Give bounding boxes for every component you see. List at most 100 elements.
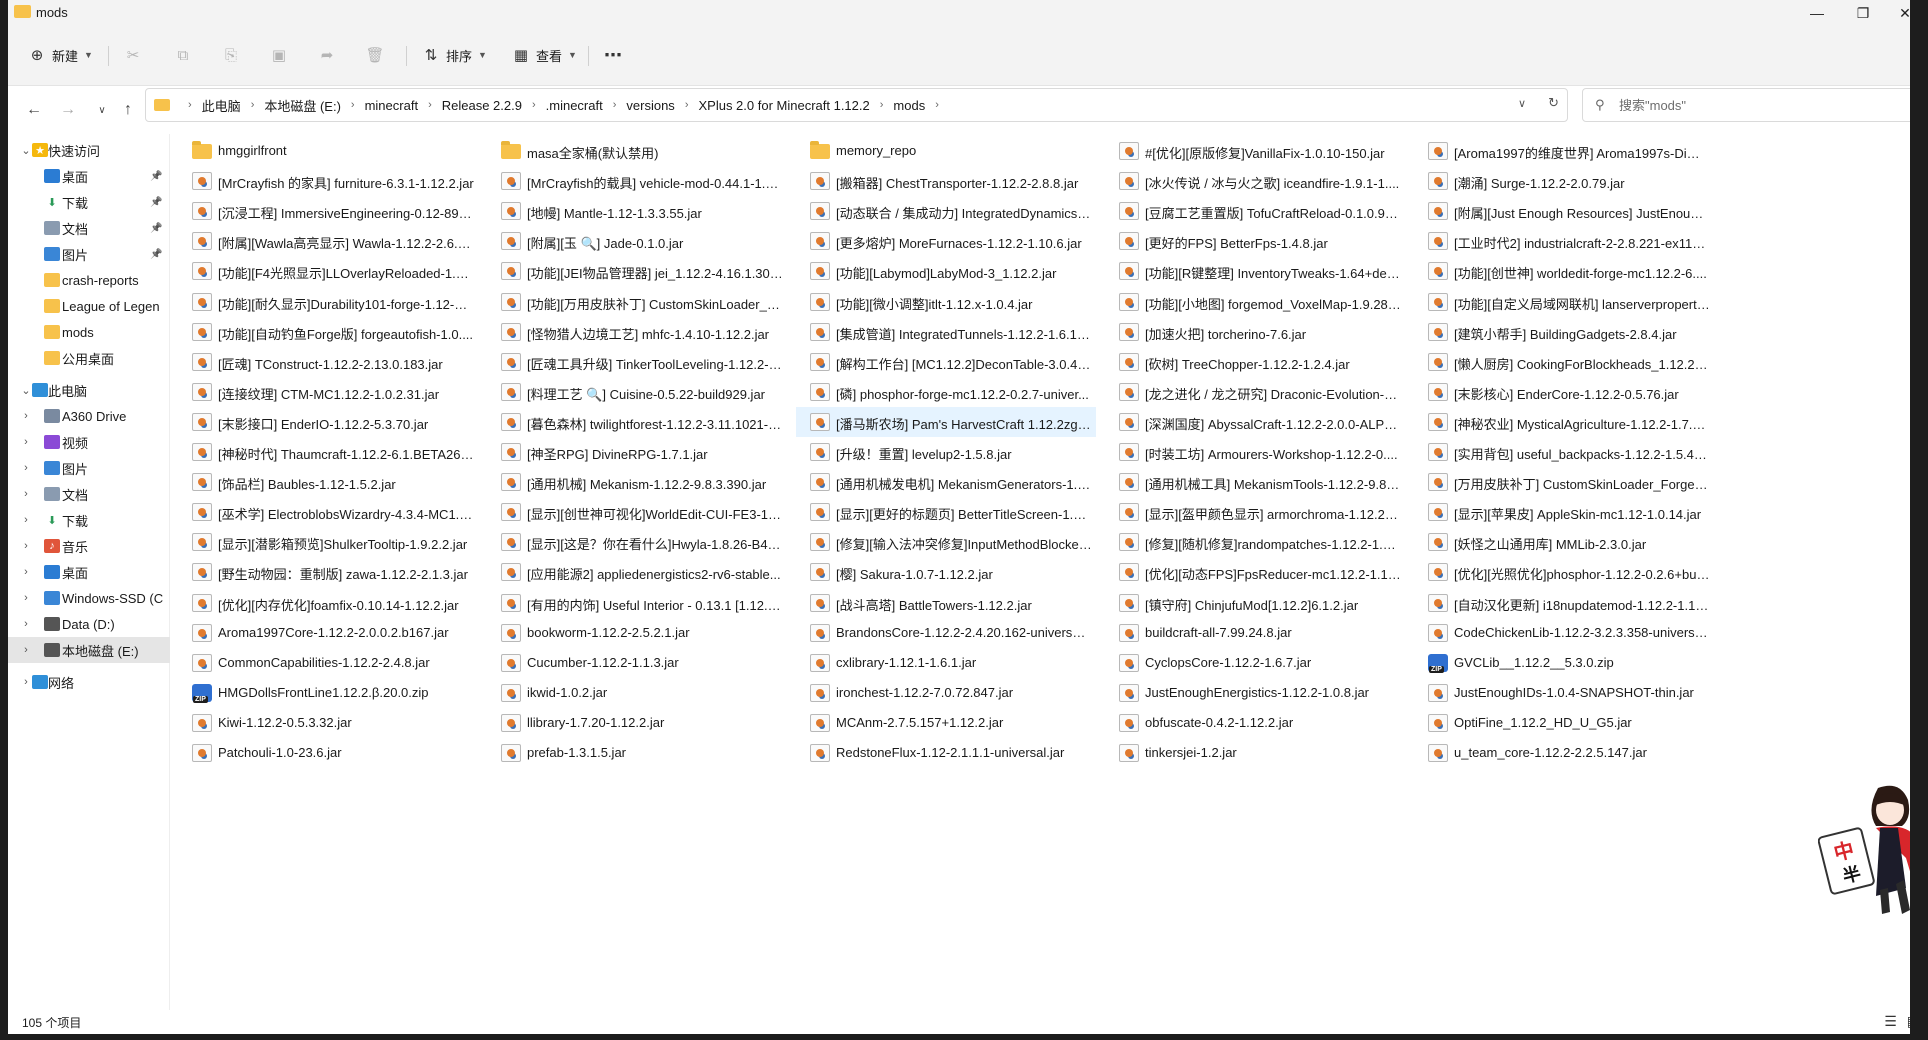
file-item[interactable]: [附属][Wawla高亮显示] Wawla-1.12.2-2.6.27.... — [178, 226, 478, 256]
details-view-button[interactable]: ☰ — [1884, 1013, 1897, 1030]
file-item[interactable]: [砍树] TreeChopper-1.12.2-1.2.4.jar — [1105, 347, 1405, 377]
file-item[interactable]: [万用皮肤补丁] CustomSkinLoader_ForgeLe... — [1414, 467, 1714, 497]
chevron-right-icon[interactable]: › — [20, 644, 32, 656]
sidebar-item-this-pc[interactable]: ⌄ 此电脑 — [8, 377, 170, 403]
sidebar-item-quick-access[interactable]: ⌄ ★ 快速访问 — [8, 137, 170, 163]
sidebar-item-local-disk-e[interactable]: › 本地磁盘 (E:) — [8, 637, 170, 663]
sidebar-item-windows-ssd[interactable]: › Windows-SSD (C — [8, 585, 170, 611]
file-item[interactable]: CodeChickenLib-1.12.2-3.2.3.358-universa… — [1414, 618, 1714, 648]
share-button[interactable]: ➦ — [318, 40, 336, 70]
file-item[interactable]: [镇守府] ChinjufuMod[1.12.2]6.1.2.jar — [1105, 588, 1405, 618]
file-item[interactable]: [怪物猎人边境工艺] mhfc-1.4.10-1.12.2.jar — [487, 317, 787, 347]
view-button[interactable]: ▦ 查看 ▼ — [512, 40, 577, 70]
file-item[interactable]: [龙之进化 / 龙之研究] Draconic-Evolution-1.... — [1105, 377, 1405, 407]
file-item[interactable]: Aroma1997Core-1.12.2-2.0.0.2.b167.jar — [178, 618, 478, 648]
file-item[interactable]: [修复][输入法冲突修复]InputMethodBlocker... — [796, 527, 1096, 557]
file-item[interactable]: obfuscate-0.4.2-1.12.2.jar — [1105, 708, 1405, 738]
file-item[interactable]: [优化][内存优化]foamfix-0.10.14-1.12.2.jar — [178, 588, 478, 618]
file-item[interactable]: [潘马斯农场] Pam's HarvestCraft 1.12.2zg.jar — [796, 406, 1096, 437]
file-item[interactable]: Patchouli-1.0-23.6.jar — [178, 738, 478, 768]
file-item[interactable]: [解构工作台] [MC1.12.2]DeconTable-3.0.4.jar — [796, 347, 1096, 377]
address-bar[interactable]: › 此电脑 › 本地磁盘 (E:) › minecraft › Release 2.2… — [145, 88, 1568, 122]
chevron-right-icon[interactable]: › — [20, 618, 32, 630]
breadcrumb-separator[interactable]: › — [685, 99, 689, 111]
file-item[interactable]: [末影接口] EnderIO-1.12.2-5.3.70.jar — [178, 407, 478, 437]
file-item[interactable]: [显示][盔甲颜色显示] armorchroma-1.12.2-1... — [1105, 497, 1405, 527]
sidebar-item-desktop[interactable]: › 桌面 — [8, 559, 170, 585]
file-item[interactable]: Kiwi-1.12.2-0.5.3.32.jar — [178, 708, 478, 738]
chevron-right-icon[interactable]: › — [20, 488, 32, 500]
paste-button[interactable]: ⎘ — [222, 40, 240, 70]
breadcrumb-item[interactable]: Release 2.2.9 — [442, 98, 522, 113]
breadcrumb-separator[interactable]: › — [428, 99, 432, 111]
file-item[interactable]: #[优化][原版修复]VanillaFix-1.0.10-150.jar — [1105, 136, 1405, 166]
file-item[interactable]: [动态联合 / 集成动力] IntegratedDynamics-... — [796, 196, 1096, 226]
file-item[interactable]: [豆腐工艺重置版] TofuCraftReload-0.1.0.9.jar — [1105, 196, 1405, 226]
file-item[interactable]: [地幔] Mantle-1.12-1.3.3.55.jar — [487, 196, 787, 226]
file-item[interactable]: [饰品栏] Baubles-1.12-1.5.2.jar — [178, 467, 478, 497]
file-item[interactable]: [附属][Just Enough Resources] JustEnough..… — [1414, 196, 1714, 226]
minimize-button[interactable]: — — [1794, 0, 1840, 26]
sidebar-item-a360-drive[interactable]: › A360 Drive — [8, 403, 170, 429]
file-item[interactable]: [通用机械] Mekanism-1.12.2-9.8.3.390.jar — [487, 467, 787, 497]
file-item[interactable]: ironchest-1.12.2-7.0.72.847.jar — [796, 678, 1096, 708]
search-box[interactable]: ⚲ — [1582, 88, 1920, 122]
folder-item[interactable]: memory_repo — [796, 136, 1096, 166]
file-item[interactable]: [战斗高塔] BattleTowers-1.12.2.jar — [796, 588, 1096, 618]
sidebar-item-league-of-legends[interactable]: League of Legen — [8, 293, 170, 319]
breadcrumb-item[interactable]: .minecraft — [546, 98, 603, 113]
breadcrumb-separator[interactable]: › — [251, 99, 255, 111]
up-button[interactable]: ↑ — [114, 98, 142, 122]
rename-button[interactable]: ▣ — [270, 40, 288, 70]
file-item[interactable]: [更多熔炉] MoreFurnaces-1.12.2-1.10.6.jar — [796, 226, 1096, 256]
file-item[interactable]: [通用机械工具] MekanismTools-1.12.2-9.8.3.... — [1105, 467, 1405, 497]
file-item[interactable]: cxlibrary-1.12.1-1.6.1.jar — [796, 648, 1096, 678]
forward-button[interactable]: → — [54, 98, 82, 122]
file-item[interactable]: MCAnm-2.7.5.157+1.12.2.jar — [796, 708, 1096, 738]
file-item[interactable]: RedstoneFlux-1.12-2.1.1.1-universal.jar — [796, 738, 1096, 768]
chevron-down-icon[interactable]: ⌄ — [20, 144, 32, 157]
file-item[interactable]: [显示][创世神可视化]WorldEdit-CUI-FE3-1.1... — [487, 497, 787, 527]
sidebar-item-pictures[interactable]: › 图片 — [8, 455, 170, 481]
sidebar-item-downloads[interactable]: › ⬇ 下载 — [8, 507, 170, 533]
file-item[interactable]: [功能][自动钓鱼Forge版] forgeautofish-1.0.... — [178, 317, 478, 347]
chevron-right-icon[interactable]: › — [20, 566, 32, 578]
refresh-button[interactable]: ↻ — [1548, 95, 1559, 111]
file-item[interactable]: [功能][耐久显示]Durability101-forge-1.12-0.... — [178, 287, 478, 317]
file-item[interactable]: GVCLib__1.12.2__5.3.0.zip — [1414, 648, 1714, 678]
file-item[interactable]: [神圣RPG] DivineRPG-1.7.1.jar — [487, 437, 787, 467]
breadcrumb-item[interactable]: mods — [893, 98, 925, 113]
file-item[interactable]: [匠魂] TConstruct-1.12.2-2.13.0.183.jar — [178, 347, 478, 377]
file-item[interactable]: [暮色森林] twilightforest-1.12.2-3.11.1021-u… — [487, 407, 787, 437]
file-item[interactable]: ikwid-1.0.2.jar — [487, 678, 787, 708]
breadcrumb-separator[interactable]: › — [351, 99, 355, 111]
file-item[interactable]: [自动汉化更新] i18nupdatemod-1.12.2-1.1.0.... — [1414, 588, 1714, 618]
sidebar-item-pictures[interactable]: 图片 📌 — [8, 241, 170, 267]
delete-button[interactable]: 🗑︎ — [365, 40, 384, 70]
file-item[interactable]: HMGDollsFrontLine1.12.2.β.20.0.zip — [178, 678, 478, 708]
chevron-right-icon[interactable]: › — [20, 592, 32, 604]
file-item[interactable]: CyclopsCore-1.12.2-1.6.7.jar — [1105, 648, 1405, 678]
sidebar-item-desktop[interactable]: 桌面 📌 — [8, 163, 170, 189]
file-item[interactable]: [加速火把] torcherino-7.6.jar — [1105, 317, 1405, 347]
file-item[interactable]: [更好的FPS] BetterFps-1.4.8.jar — [1105, 226, 1405, 256]
chevron-right-icon[interactable]: › — [20, 514, 32, 526]
file-item[interactable]: [Aroma1997的维度世界] Aroma1997s-Dime... — [1414, 136, 1714, 166]
file-item[interactable]: [优化][动态FPS]FpsReducer-mc1.12.2-1.18.jar — [1105, 557, 1405, 587]
maximize-button[interactable]: ❐ — [1840, 0, 1886, 26]
file-item[interactable]: [沉浸工程] ImmersiveEngineering-0.12-89.jar — [178, 196, 478, 226]
file-item[interactable]: [显示][苹果皮] AppleSkin-mc1.12-1.0.14.jar — [1414, 497, 1714, 527]
file-item[interactable]: [末影核心] EnderCore-1.12.2-0.5.76.jar — [1414, 377, 1714, 407]
file-item[interactable]: [匠魂工具升级] TinkerToolLeveling-1.12.2-1.... — [487, 347, 787, 377]
file-item[interactable]: [冰火传说 / 冰与火之歌] iceandfire-1.9.1-1.... — [1105, 166, 1405, 196]
file-item[interactable]: [功能][R键整理] InventoryTweaks-1.64+dev.... — [1105, 256, 1405, 286]
file-item[interactable]: Cucumber-1.12.2-1.1.3.jar — [487, 648, 787, 678]
file-item[interactable]: u_team_core-1.12.2-2.2.5.147.jar — [1414, 738, 1714, 768]
recent-locations-button[interactable]: ∨ — [88, 98, 116, 122]
folder-item[interactable]: hmggirlfront — [178, 136, 478, 166]
file-item[interactable]: [磷] phosphor-forge-mc1.12.2-0.2.7-univer… — [796, 377, 1096, 407]
sidebar-item-documents[interactable]: › 文档 — [8, 481, 170, 507]
copy-button[interactable]: ⧉ — [174, 40, 192, 70]
more-options-button[interactable]: ⋯ — [604, 40, 622, 70]
file-item[interactable]: [功能][万用皮肤补丁] CustomSkinLoader_Fo... — [487, 287, 787, 317]
